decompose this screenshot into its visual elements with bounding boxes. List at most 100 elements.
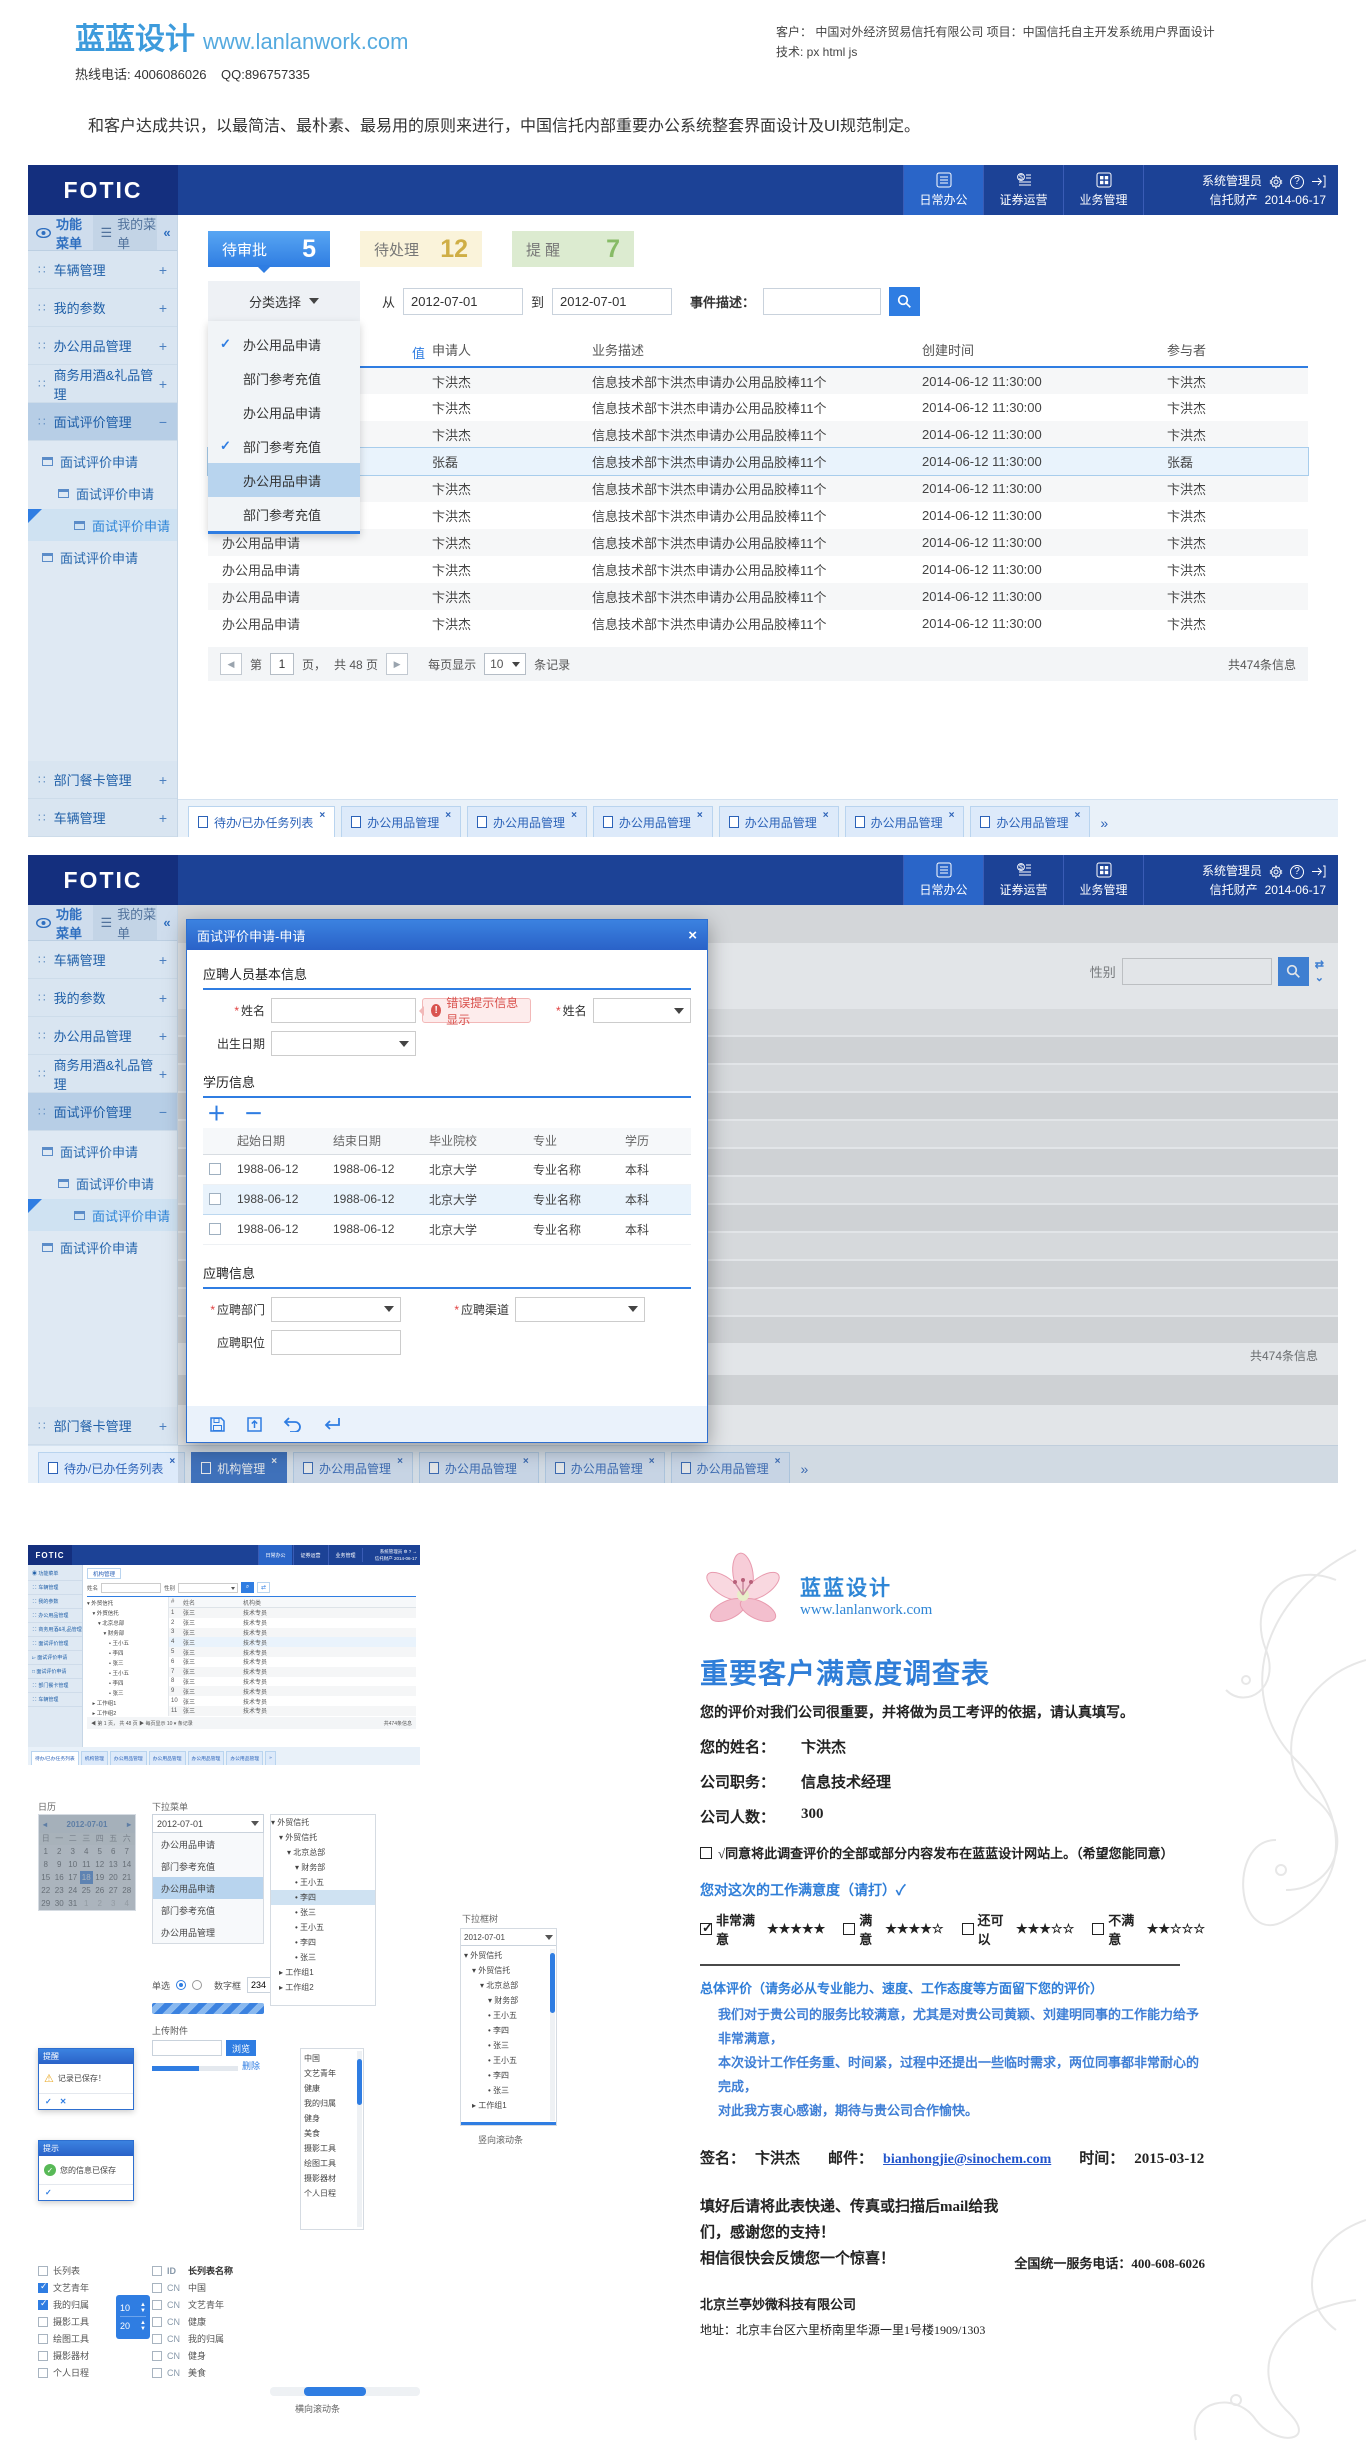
sidebar-group[interactable]: ∷ 车辆管理 + <box>28 251 177 289</box>
cancel-button[interactable]: ✕ <box>60 2097 67 2106</box>
satisfaction-option[interactable]: 非常满意 ★★★★★ <box>700 1910 825 1948</box>
open-tab[interactable]: 办公用品管理 × <box>341 806 461 837</box>
stepper-arrows[interactable]: ▲▼ <box>140 2320 146 2332</box>
reset-icon[interactable]: ⇄ <box>1315 960 1324 971</box>
vertical-scrollbar[interactable] <box>357 2051 362 2227</box>
mini-page-tab[interactable]: 机构管理 <box>87 1568 121 1579</box>
close-icon[interactable]: × <box>571 810 577 821</box>
open-tab[interactable]: 办公用品管理 × <box>467 806 587 837</box>
mini-table-row[interactable]: 7 张三 技术专员 <box>169 1667 416 1677</box>
brand-site-link[interactable]: www.lanlanwork.com <box>203 29 408 55</box>
row-checkbox[interactable] <box>209 1193 221 1205</box>
sidebar-group[interactable]: ∷ 车辆管理 + <box>28 799 177 837</box>
expand-toggle-icon[interactable]: + <box>159 952 167 968</box>
sidebar-subitem[interactable]: 面试评价申请 <box>28 477 177 509</box>
next-page-button[interactable]: ▶ <box>386 653 408 675</box>
search-button[interactable] <box>889 287 920 316</box>
checkbox[interactable] <box>152 2300 162 2310</box>
status-tab[interactable]: 提 醒 7 <box>512 231 634 267</box>
sidebar-collapse-button[interactable]: « <box>157 225 177 240</box>
expand-toggle-icon[interactable]: + <box>159 300 167 316</box>
checkbox-item[interactable]: 我的归属 <box>38 2296 124 2313</box>
option-checkbox[interactable] <box>843 1923 855 1935</box>
upload-icon[interactable] <box>246 1416 263 1433</box>
tagged-checkbox-item[interactable]: CN 健康 <box>152 2313 270 2330</box>
event-desc-input[interactable] <box>763 288 881 315</box>
open-tab[interactable]: 待办/已办任务列表 × <box>38 1452 185 1483</box>
collapse-icon[interactable]: ⌄ <box>1315 973 1324 984</box>
date-to-input[interactable] <box>552 288 672 315</box>
checkbox[interactable] <box>38 2368 48 2378</box>
checkbox[interactable] <box>152 2317 162 2327</box>
dropdown-option[interactable]: 部门参考充值 <box>208 361 360 395</box>
tree-node[interactable]: • 李四 <box>464 2068 553 2083</box>
sidebar-tab-function-menu[interactable]: 功能菜单 <box>28 214 93 252</box>
education-row[interactable]: 1988-06-12 1988-06-12 北京大学 专业名称 本科 <box>203 1184 691 1214</box>
checkbox[interactable] <box>152 2351 162 2361</box>
mini-tree-node[interactable]: • 王小五 <box>87 1639 168 1649</box>
sidebar-subitem[interactable]: 面试评价申请 <box>28 541 177 573</box>
mini-table-row[interactable]: 11 张三 技术专员 <box>169 1706 416 1716</box>
mini-sidebar-item[interactable]: ∷ 面试评价管理 <box>28 1637 82 1651</box>
mini-tree-node[interactable]: ▾ 外贸信托 <box>87 1599 168 1609</box>
tree-node[interactable]: ▸ 工作组1 <box>464 2098 553 2113</box>
checkbox[interactable] <box>38 2334 48 2344</box>
tree-node[interactable]: • 李四 <box>271 1890 375 1905</box>
radio-selected[interactable] <box>176 1980 186 1990</box>
mini-tree-node[interactable]: ▸ 工作组1 <box>87 1699 168 1709</box>
checkbox[interactable] <box>152 2334 162 2344</box>
status-tab[interactable]: 待审批 5 <box>208 231 330 267</box>
tagged-checkbox-item[interactable]: CN 文艺青年 <box>152 2296 270 2313</box>
expand-toggle-icon[interactable]: − <box>159 1104 167 1120</box>
nav-business[interactable]: 业务管理 <box>1063 165 1143 215</box>
checkbox-item[interactable]: 摄影器材 <box>38 2347 124 2364</box>
checkbox[interactable] <box>38 2317 48 2327</box>
help-icon[interactable]: ? <box>1290 865 1304 879</box>
job-input[interactable] <box>271 1330 401 1355</box>
nav-daily-office[interactable]: 日常办公 <box>903 165 983 215</box>
tree-node[interactable]: ▾ 北京总部 <box>271 1845 375 1860</box>
dropdown-option[interactable]: 办公用品申请 <box>208 395 360 429</box>
tree-node[interactable]: • 张三 <box>464 2038 553 2053</box>
dropdown-item[interactable]: 办公用品申请 <box>153 1877 263 1899</box>
mini-table-row[interactable]: 8 张三 技术专员 <box>169 1677 416 1687</box>
sidebar-subitem[interactable]: 面试评价申请 <box>28 509 177 541</box>
radio-unselected[interactable] <box>192 1980 202 1990</box>
page-size-select[interactable]: 10 <box>484 653 526 675</box>
dropdown-option[interactable]: 办公用品申请 <box>208 463 360 497</box>
expand-toggle-icon[interactable]: + <box>159 772 167 788</box>
horizontal-scrollbar[interactable] <box>270 2387 420 2396</box>
list-item[interactable]: 健身 <box>304 2111 360 2126</box>
sidebar-group[interactable]: ∷ 面试评价管理 − <box>28 403 177 441</box>
tagged-checkbox-item[interactable]: CN 美食 <box>152 2364 270 2381</box>
mini-open-tab[interactable]: 办公用品管理 <box>188 1751 225 1765</box>
dropdown-item[interactable]: 部门参考充值 <box>153 1899 263 1921</box>
vertical-scrollbar[interactable] <box>550 1949 555 2121</box>
list-item[interactable]: 美食 <box>304 2126 360 2141</box>
confirm-button[interactable]: ✓ <box>45 2188 52 2197</box>
sidebar-group[interactable]: ∷ 部门餐卡管理 + <box>28 1407 177 1445</box>
background-select[interactable] <box>1122 958 1272 985</box>
dtree-value[interactable]: 2012-07-01 <box>461 1929 556 1946</box>
channel-select[interactable] <box>515 1297 645 1322</box>
confirm-button[interactable]: ✓ <box>45 2097 52 2106</box>
email-link[interactable]: bianhongjie@sinochem.com <box>883 2152 1051 2168</box>
checkbox-item[interactable]: 长列表 <box>38 2262 124 2279</box>
mini-tree-node[interactable]: ▾ 财务部 <box>87 1629 168 1639</box>
mini-nav-item[interactable]: 日常办公 <box>258 1545 292 1565</box>
tree-node[interactable]: • 李四 <box>464 2023 553 2038</box>
dropdown-item[interactable]: 办公用品管理 <box>153 1921 263 1943</box>
sidebar-collapse-button[interactable]: « <box>157 915 177 930</box>
checkbox[interactable] <box>152 2266 162 2276</box>
expand-toggle-icon[interactable]: + <box>159 338 167 354</box>
tree-node[interactable]: ▾ 财务部 <box>464 1993 553 2008</box>
list-item[interactable]: 文艺青年 <box>304 2066 360 2081</box>
sidebar-group[interactable]: ∷ 办公用品管理 + <box>28 327 177 365</box>
prev-page-button[interactable]: ◀ <box>220 653 242 675</box>
table-row[interactable]: 办公用品申请 卞洪杰 信息技术部卞洪杰申请办公用品胶棒11个 2014-06-1… <box>208 475 1308 502</box>
satisfaction-option[interactable]: 还可以 ★★★☆☆ <box>962 1910 1075 1948</box>
mini-open-tab[interactable]: 待办/已办任务列表 <box>31 1751 79 1765</box>
mini-tree-node[interactable]: ▾ 北京总部 <box>87 1619 168 1629</box>
mini-table-row[interactable]: 6 张三 技术专员 <box>169 1657 416 1667</box>
page-number-box[interactable]: 1 <box>270 653 294 675</box>
